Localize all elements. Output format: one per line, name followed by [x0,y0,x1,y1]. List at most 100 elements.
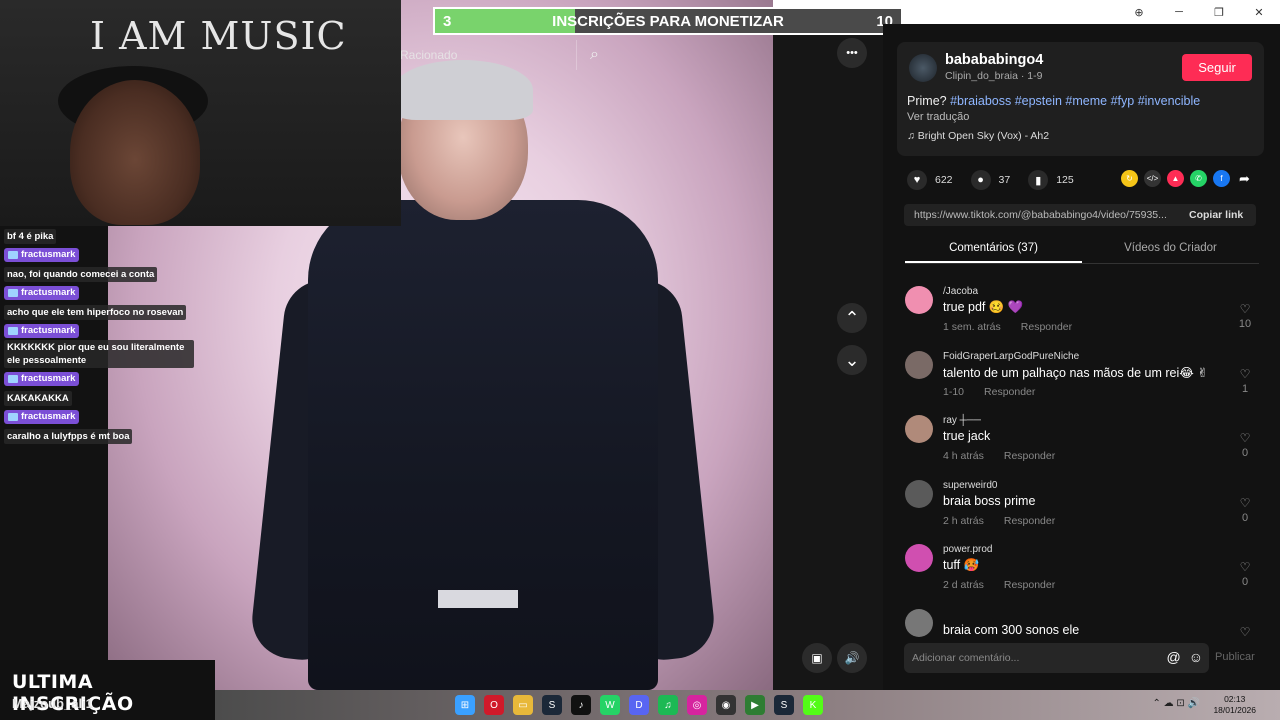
chat-username: fractusmark [4,372,80,386]
whatsapp-icon[interactable]: W [600,695,620,715]
volume-icon[interactable]: 🔊 [837,643,867,673]
author-name[interactable]: babababingo4 [945,52,1043,68]
reply-button[interactable]: Responder [984,386,1035,398]
obs-icon[interactable]: ◉ [716,695,736,715]
chat-username-row: fractusmark [4,408,204,426]
avatar[interactable] [905,350,933,379]
mention-icon[interactable]: @ [1166,649,1180,665]
next-video-button[interactable]: ⌄ [837,345,867,375]
reply-button[interactable]: Responder [1004,579,1055,591]
engagement-stats: ♥ 622 ● 37 ▮ 125 [907,170,1074,190]
maximize-icon[interactable]: ❐ [1212,6,1226,19]
taskbar: ⊞ O ▭ S ♪ W D ♫ ◎ ◉ ▶ S K ⌃ ☁ ⊡ 🔊 02:13 18/01/2026 [215,690,1280,720]
comment-username[interactable]: power.prod [943,544,992,555]
repost-icon[interactable]: ↻ [1121,170,1138,187]
comment-like-button[interactable]: ♡ 0 [1235,496,1255,524]
translate-link[interactable]: Ver tradução [907,111,969,123]
share-arrow-icon[interactable]: ➦ [1236,170,1253,187]
report-icon[interactable]: ▣ [802,643,832,673]
folder-icon[interactable]: ▭ [513,695,533,715]
author-subtitle: Clipin_do_braia · 1-9 [945,70,1043,82]
tiktok-icon[interactable]: ♪ [571,695,591,715]
caption-hashtags[interactable]: #braiaboss #epstein #meme #fyp #invencib… [950,94,1200,108]
embed-icon[interactable]: </> [1144,170,1161,187]
close-icon[interactable]: ✕ [1252,6,1266,19]
minimize-icon[interactable]: ─ [1172,6,1186,18]
screen: Racionado ⌕ ••• ⌃ ⌄ ▣ 🔊 ⊕ ─ ❐ ✕ I AM MUS… [0,0,1280,720]
clock[interactable]: 02:13 18/01/2026 [1213,694,1256,716]
badge-icon [8,251,18,259]
avatar[interactable] [905,479,933,508]
badge-icon [8,327,18,335]
chat-username-row: fractusmark [4,246,204,264]
subscription-goal-bar: 3 INSCRIÇÕES PARA MONETIZAR 10 [433,7,903,35]
avatar[interactable] [905,608,933,637]
windows-start-icon[interactable]: ⊞ [455,695,475,715]
tab-creator-videos[interactable]: Vídeos do Criador [1082,238,1259,263]
comment-meta: 1 sem. atrás Responder [943,321,1072,333]
comment-text: tuff 🥵 [943,558,980,572]
steam2-icon[interactable]: S [774,695,794,715]
comment-time: 1-10 [943,385,965,398]
comment-like-button[interactable]: ♡ 0 [1235,560,1255,588]
reply-button[interactable]: Responder [1021,321,1072,333]
comment-time: 2 d atrás [943,579,984,591]
facebook-icon[interactable]: f [1213,170,1230,187]
comment-input[interactable]: Adicionar comentário... @ ☺ [904,643,1209,673]
comment-like-button[interactable]: ♡ 0 [1235,431,1255,459]
save-button[interactable]: ▮ 125 [1028,170,1074,190]
comment-username[interactable]: FoidGraperLarpGodPureNiche [943,351,1079,362]
publish-button[interactable]: Publicar [1215,651,1255,663]
chat-message: KAKAKAKKA [4,391,72,406]
webcam-sign: I AM MUSIC [90,14,347,58]
opera-icon[interactable]: O [484,695,504,715]
comment-username[interactable]: /Jacoba [943,286,978,297]
comment-username[interactable]: superweird0 [943,480,997,491]
clock-date: 18/01/2026 [1213,705,1256,715]
spotify-icon[interactable]: ♫ [658,695,678,715]
comment-button[interactable]: ● 37 [970,170,1011,190]
comment-like-button[interactable]: ♡ 10 [1235,302,1255,330]
instagram-icon[interactable]: ◎ [687,695,707,715]
comment-text: braia boss prime [943,493,1036,508]
avatar[interactable] [905,286,933,314]
comment-text: talento de um palhaço nas mãos de um rei… [943,365,1208,380]
reply-button[interactable]: Responder [1004,515,1055,527]
comment-like-count: 0 [1241,511,1249,524]
details-panel: babababingo4 Clipin_do_braia · 1-9 Segui… [883,24,1280,690]
avatar[interactable] [905,415,933,443]
comment-username[interactable]: ray ┼── [943,415,981,426]
save-count: 125 [1056,174,1074,186]
comment-meta: 4 h atrás Responder [943,450,1055,462]
zoom-icon[interactable]: ⊕ [1132,6,1146,19]
chat-overlay: bf 4 é pika fractusmark nao, foi quando co… [4,226,204,446]
avatar[interactable] [909,54,937,82]
comment-time: 1 sem. atrás [943,321,1001,333]
reply-button[interactable]: Responder [1004,450,1055,462]
more-options-button[interactable]: ••• [837,38,867,68]
steam-icon[interactable]: S [542,695,562,715]
follow-button[interactable]: Seguir [1182,54,1252,81]
previous-video-button[interactable]: ⌃ [837,303,867,333]
author-card: babababingo4 Clipin_do_braia · 1-9 Segui… [897,42,1264,156]
comment-count: 37 [998,174,1011,186]
chat-username-row: fractusmark [4,284,204,302]
terminal-icon[interactable]: ▶ [745,695,765,715]
system-tray[interactable]: ⌃ ☁ ⊡ 🔊 [1152,698,1200,709]
whatsapp-icon[interactable]: ✆ [1190,170,1207,187]
copy-link-button[interactable]: Copiar link [1181,209,1243,221]
search-icon[interactable]: ⌕ [576,40,612,70]
avatar[interactable] [905,544,933,572]
chat-username-text: fractusmark [21,287,76,298]
taskbar-apps: ⊞ O ▭ S ♪ W D ♫ ◎ ◉ ▶ S K [455,695,823,715]
comments-list: /Jacoba true pdf 🥴 💜 1 sem. atrás Responder… [883,278,1280,648]
music-link[interactable]: ♫ Bright Open Sky (Vox) - Ah2 [907,130,1049,142]
kick-icon[interactable]: K [803,695,823,715]
comment-like-button[interactable]: ♡ [1235,625,1255,641]
comment-like-button[interactable]: ♡ 1 [1235,367,1255,395]
like-button[interactable]: ♥ 622 [907,170,953,190]
discord-icon[interactable]: D [629,695,649,715]
send-icon[interactable]: ▲ [1167,170,1184,187]
tab-comments[interactable]: Comentários (37) [905,238,1082,263]
emoji-icon[interactable]: ☺ [1189,649,1203,665]
